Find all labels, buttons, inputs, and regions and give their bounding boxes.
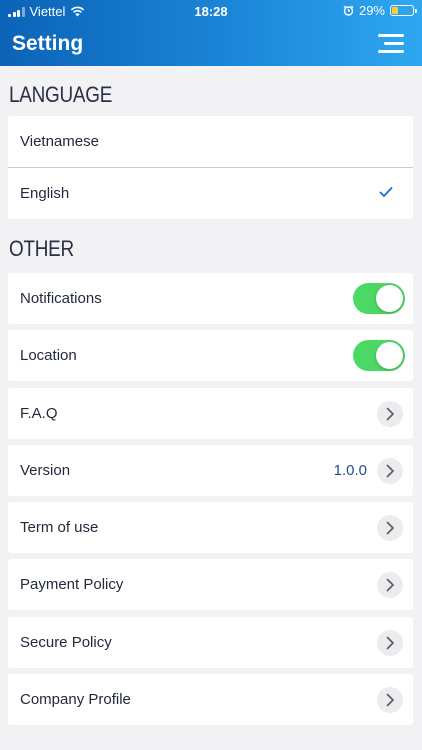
term-of-use-row[interactable]: Term of use bbox=[8, 502, 413, 553]
language-option-label: Vietnamese bbox=[20, 133, 99, 150]
chevron-right-icon bbox=[377, 458, 403, 484]
location-toggle[interactable] bbox=[353, 340, 405, 371]
chevron-right-icon bbox=[377, 630, 403, 656]
battery-icon bbox=[390, 5, 417, 16]
version-label: Version bbox=[20, 462, 71, 479]
chevron-right-icon bbox=[377, 572, 403, 598]
language-section-title: LANGUAGE bbox=[9, 82, 113, 107]
secure-policy-row[interactable]: Secure Policy bbox=[8, 617, 413, 668]
battery-percent: 29% bbox=[358, 3, 385, 18]
chevron-right-icon bbox=[377, 687, 403, 713]
term-of-use-label: Term of use bbox=[20, 519, 99, 536]
location-label: Location bbox=[20, 347, 77, 364]
location-row: Location bbox=[8, 330, 413, 381]
page-title: Setting bbox=[12, 32, 84, 55]
notifications-label: Notifications bbox=[20, 290, 102, 307]
notifications-row: Notifications bbox=[8, 273, 413, 324]
chevron-right-icon bbox=[377, 515, 403, 541]
language-option-vietnamese[interactable]: Vietnamese bbox=[8, 116, 413, 167]
version-row[interactable]: Version 1.0.0 bbox=[8, 445, 413, 496]
other-section-title: OTHER bbox=[9, 236, 74, 261]
payment-policy-label: Payment Policy bbox=[20, 576, 124, 593]
status-right: 29% bbox=[343, 3, 417, 18]
app-header: Viettel 18:28 29% Setting bbox=[0, 0, 422, 66]
language-card: Vietnamese English bbox=[8, 116, 413, 219]
notifications-toggle[interactable] bbox=[353, 283, 405, 314]
secure-policy-label: Secure Policy bbox=[20, 634, 112, 651]
menu-icon[interactable] bbox=[378, 34, 404, 53]
company-profile-label: Company Profile bbox=[20, 691, 131, 708]
faq-label: F.A.Q bbox=[20, 405, 58, 422]
language-option-label: English bbox=[20, 185, 70, 202]
version-value: 1.0.0 bbox=[333, 462, 367, 479]
language-option-english[interactable]: English bbox=[8, 168, 413, 219]
alarm-icon bbox=[343, 5, 354, 16]
status-bar: Viettel 18:28 29% bbox=[0, 0, 422, 22]
chevron-right-icon bbox=[377, 401, 403, 427]
faq-row[interactable]: F.A.Q bbox=[8, 388, 413, 439]
checkmark-icon bbox=[379, 187, 393, 197]
company-profile-row[interactable]: Company Profile bbox=[8, 674, 413, 725]
payment-policy-row[interactable]: Payment Policy bbox=[8, 559, 413, 610]
